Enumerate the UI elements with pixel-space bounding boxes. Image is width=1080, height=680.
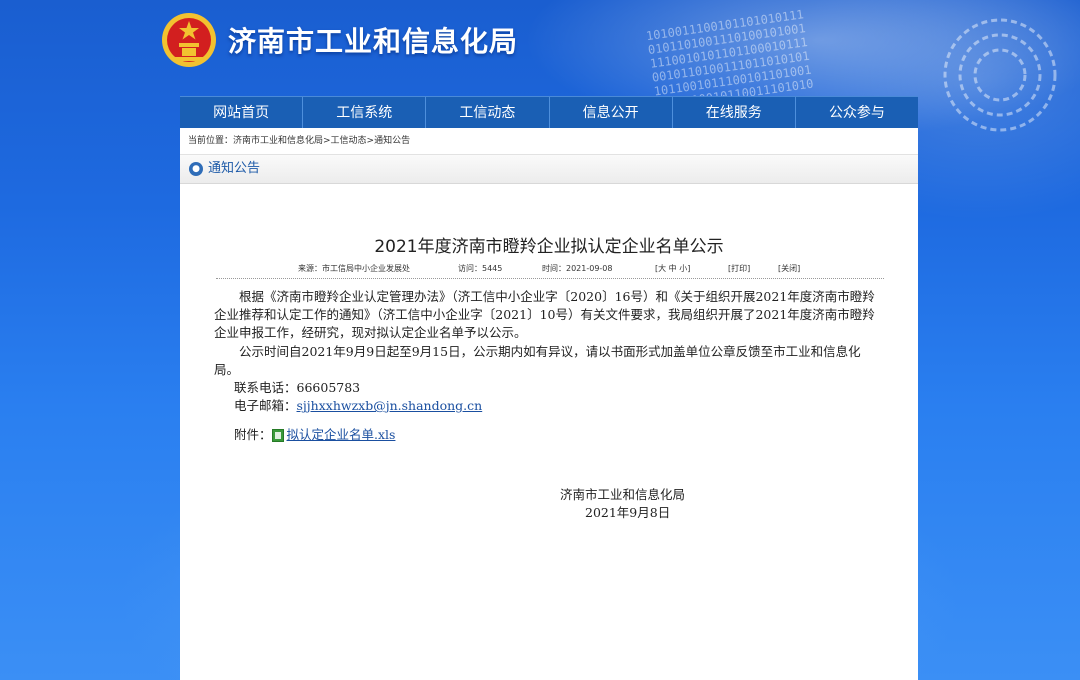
article-body: 根据《济南市瞪羚企业认定管理办法》（济工信中小企业字〔2020〕16号）和《关于… bbox=[214, 288, 878, 445]
contact-email: 电子邮箱：sjjhxxhwzxb@jn.shandong.cn bbox=[214, 397, 878, 415]
attachment-label: 附件： bbox=[234, 427, 272, 443]
main-nav: 网站首页 工信系统 工信动态 信息公开 在线服务 公众参与 bbox=[180, 96, 918, 129]
section-label: 通知公告 bbox=[208, 161, 261, 176]
site-header: 济南市工业和信息化局 bbox=[160, 8, 518, 72]
section-bar: ● 通知公告 bbox=[180, 155, 918, 184]
article-source: 来源：市工信局中小企业发展处 bbox=[298, 264, 410, 273]
attachment-link[interactable]: 拟认定企业名单.xls bbox=[287, 426, 396, 444]
nav-item-news[interactable]: 工信动态 bbox=[426, 97, 550, 129]
national-emblem-icon bbox=[162, 13, 216, 67]
font-size-switch[interactable]: [大 中 小] bbox=[655, 263, 690, 274]
nav-item-system[interactable]: 工信系统 bbox=[303, 97, 427, 129]
phone-number: 66605783 bbox=[296, 380, 361, 396]
nav-item-public-participation[interactable]: 公众参与 bbox=[796, 97, 918, 129]
xls-file-icon bbox=[271, 429, 284, 443]
breadcrumb: 当前位置：济南市工业和信息化局>工信动态>通知公告 bbox=[180, 128, 918, 155]
email-link[interactable]: sjjhxxhwzxb@jn.shandong.cn bbox=[297, 398, 483, 413]
divider bbox=[216, 278, 884, 279]
phone-label: 联系电话： bbox=[234, 380, 297, 396]
content-panel: 当前位置：济南市工业和信息化局>工信动态>通知公告 ● 通知公告 2021年度济… bbox=[180, 128, 918, 680]
paragraph-1: 根据《济南市瞪羚企业认定管理办法》（济工信中小企业字〔2020〕16号）和《关于… bbox=[214, 289, 875, 341]
attachment: 附件： 拟认定企业名单.xls bbox=[214, 426, 878, 444]
nav-item-disclosure[interactable]: 信息公开 bbox=[550, 97, 673, 129]
paragraph-2: 公示时间自2021年9月9日起至9月15日，公示期内如有异议，请以书面形式加盖单… bbox=[214, 343, 861, 377]
site-title: 济南市工业和信息化局 bbox=[228, 25, 519, 58]
contact-phone: 联系电话：66605783 bbox=[214, 379, 878, 397]
close-button[interactable]: [关闭] bbox=[778, 263, 800, 274]
globe-decoration bbox=[943, 18, 1057, 132]
signature-date: 2021年9月8日 bbox=[585, 505, 671, 520]
email-label: 电子邮箱： bbox=[234, 398, 297, 414]
nav-item-home[interactable]: 网站首页 bbox=[180, 97, 304, 129]
signature: 济南市工业和信息化局 bbox=[560, 487, 686, 502]
article-time: 时间：2021-09-08 bbox=[542, 264, 613, 273]
notice-icon: ● bbox=[189, 162, 203, 176]
article-views: 访问：5445 bbox=[458, 264, 503, 273]
nav-item-online-service[interactable]: 在线服务 bbox=[673, 97, 796, 129]
article-title: 2021年度济南市瞪羚企业拟认定企业名单公示 bbox=[374, 237, 724, 257]
print-button[interactable]: [打印] bbox=[728, 263, 750, 274]
